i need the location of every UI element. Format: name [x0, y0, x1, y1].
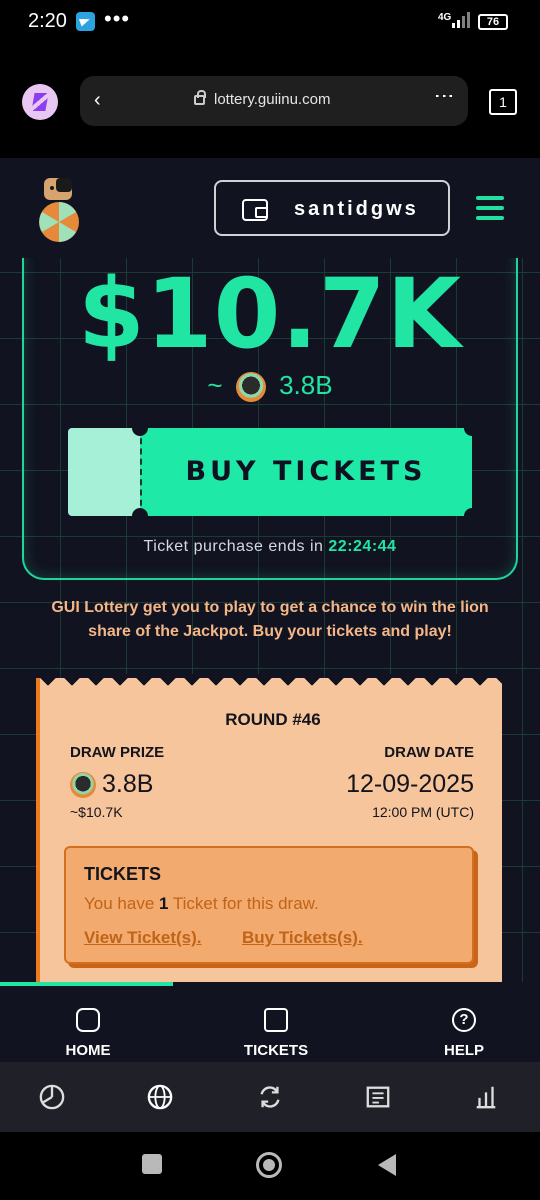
approx-sign: ~: [207, 370, 223, 400]
purchase-countdown: Ticket purchase ends in 22:24:44: [0, 538, 540, 556]
system-navigation-bar: [0, 1132, 540, 1200]
help-icon: ?: [452, 1008, 476, 1032]
globe-icon[interactable]: [146, 1084, 174, 1110]
tickets-summary-prefix: You have: [84, 894, 155, 913]
browser-bottom-toolbar: [0, 1062, 540, 1132]
countdown-text: Ticket purchase ends in: [143, 538, 324, 555]
draw-time: 12:00 PM (UTC): [372, 804, 474, 820]
buy-tickets-label[interactable]: BUY TICKETS: [140, 428, 472, 516]
status-bar: 2:20 ••• 4G 76: [0, 0, 540, 44]
draw-prize: 3.8B: [70, 770, 153, 799]
address-bar[interactable]: ‹ lottery.guiinu.com ⋮: [80, 76, 468, 126]
wallet-icon: [242, 199, 268, 221]
tickets-summary: You have 1 Ticket for this draw.: [84, 894, 319, 914]
receipt-icon[interactable]: [364, 1084, 392, 1110]
status-time: 2:20: [28, 10, 67, 32]
bottom-navigation: HOME TICKETS ? HELP: [0, 986, 540, 1062]
draw-prize-label: DRAW PRIZE: [70, 744, 165, 761]
ticket-icon: [264, 1008, 288, 1032]
jackpot-usd: $10.7K: [77, 258, 463, 370]
url-text[interactable]: lottery.guiinu.com: [214, 91, 330, 108]
draw-date-label: DRAW DATE: [384, 744, 474, 761]
ticket-count: 1: [159, 894, 169, 913]
nav-tickets-label: TICKETS: [243, 1042, 309, 1059]
nav-home[interactable]: HOME: [28, 986, 148, 1062]
recent-apps-button[interactable]: [142, 1154, 162, 1174]
token-coin-icon: [235, 372, 266, 403]
telegram-icon: [76, 12, 95, 31]
wallet-button[interactable]: santidgws: [214, 180, 450, 236]
tab-switcher-button[interactable]: 1: [489, 89, 517, 115]
more-notifications-icon: •••: [104, 6, 131, 31]
round-title: ROUND #46: [225, 710, 321, 729]
site-header: santidgws: [0, 158, 540, 258]
jackpot-token: ~ 3.8B: [0, 370, 540, 403]
extension-icon[interactable]: [22, 84, 58, 120]
tickets-box: TICKETS You have 1 Ticket for this draw.…: [64, 846, 474, 964]
page-menu-icon[interactable]: ⋮: [432, 86, 456, 103]
countdown-time: 22:24:44: [328, 538, 397, 555]
swap-icon[interactable]: [256, 1084, 284, 1110]
draw-prize-token: 3.8B: [102, 770, 154, 798]
nav-tickets[interactable]: TICKETS: [216, 986, 336, 1062]
home-button[interactable]: [256, 1152, 282, 1178]
pie-chart-icon[interactable]: [38, 1084, 66, 1110]
draw-date: 12-09-2025: [346, 770, 474, 798]
jackpot-token-amount: 3.8B: [279, 370, 333, 400]
nav-home-label: HOME: [65, 1042, 111, 1059]
web-page: $10.7K ~ 3.8B BUY TICKETS Ticket purchas…: [0, 158, 540, 1062]
bar-chart-icon[interactable]: [472, 1084, 500, 1110]
network-type: 4G: [438, 12, 452, 23]
tickets-title: TICKETS: [84, 864, 162, 884]
wallet-username: santidgws: [294, 198, 419, 220]
draw-prize-usd: ~$10.7K: [70, 804, 123, 820]
browser-toolbar: ‹ lottery.guiinu.com ⋮ 1: [0, 44, 540, 158]
hamburger-menu-icon[interactable]: [476, 196, 504, 220]
ticket-stub: [68, 428, 140, 516]
signal-icon: [452, 12, 472, 28]
ticket-edge-decoration: [36, 674, 502, 686]
battery-level: 76: [478, 14, 508, 30]
view-tickets-link[interactable]: View Ticket(s).: [84, 928, 201, 948]
home-icon: [76, 1008, 100, 1032]
lottery-description: GUI Lottery get you to play to get a cha…: [51, 599, 489, 640]
nav-help[interactable]: ? HELP: [404, 986, 524, 1062]
token-coin-icon: [70, 772, 96, 799]
nav-help-label: HELP: [443, 1042, 484, 1059]
tickets-summary-suffix: Ticket for this draw.: [172, 894, 319, 913]
back-button[interactable]: [378, 1154, 396, 1176]
buy-tickets-link[interactable]: Buy Tickets(s).: [242, 928, 363, 948]
back-icon[interactable]: ‹: [94, 89, 101, 112]
lock-icon: [194, 90, 206, 105]
buy-tickets-button[interactable]: BUY TICKETS: [68, 420, 480, 524]
gui-inu-logo[interactable]: [34, 174, 84, 244]
